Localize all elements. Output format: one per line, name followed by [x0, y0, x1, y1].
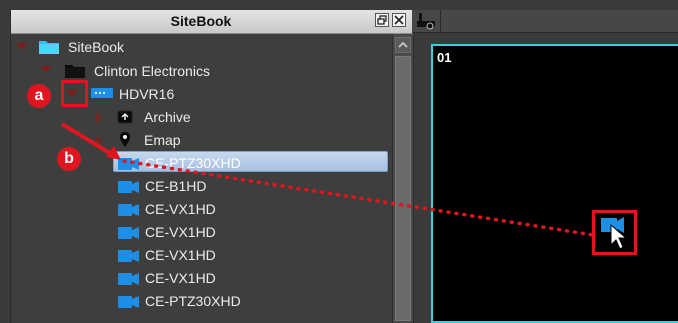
expand-arrow-highlight: [61, 80, 88, 107]
callout-b: b: [57, 147, 81, 171]
drag-path-dotted-line: [122, 159, 595, 237]
annotation-overlay: [60, 122, 628, 250]
callout-a: a: [27, 84, 51, 108]
drop-target-highlight: [592, 210, 637, 255]
